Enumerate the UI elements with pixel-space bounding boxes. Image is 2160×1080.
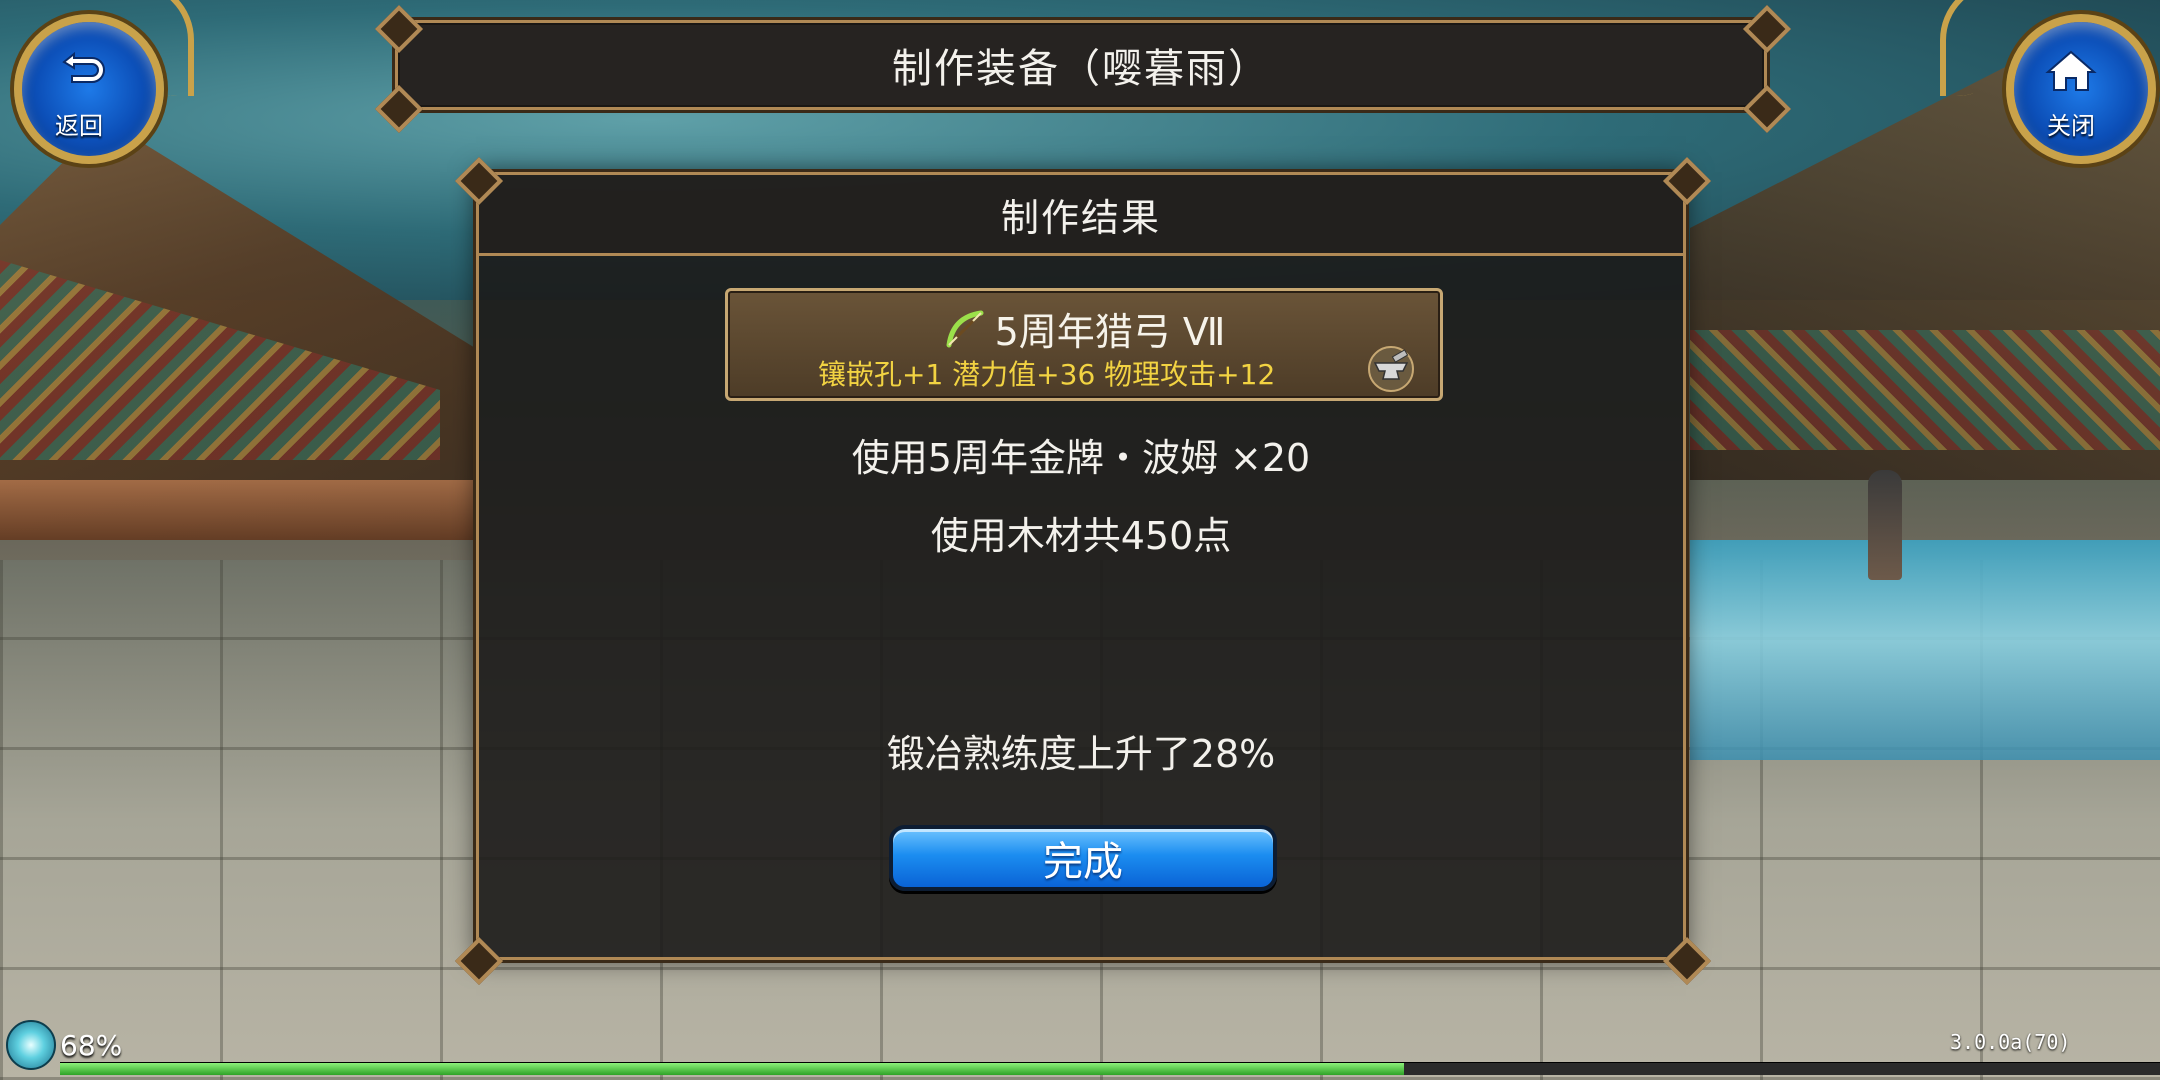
dialog-title: 制作结果	[1000, 195, 1161, 240]
close-button-label: 关闭	[2047, 112, 2095, 140]
wood-used-text: 使用木材共450点	[930, 514, 1232, 558]
material-used-text: 使用5周年金牌・波姆 ×20	[851, 436, 1311, 480]
background-water	[1690, 540, 2160, 760]
exp-bar-fill	[60, 1063, 1404, 1075]
item-stats: 镶嵌孔+1 潜力值+36 物理攻击+12	[818, 358, 1276, 391]
title-banner: 制作装备（嘤暮雨）	[395, 20, 1767, 110]
background-ledge	[0, 480, 480, 540]
item-name: 5周年猎弓 Ⅶ	[994, 310, 1226, 354]
item-name-row: 5周年猎弓 Ⅶ	[728, 301, 1440, 356]
back-arrow-icon	[62, 51, 105, 83]
background-character	[1868, 470, 1902, 580]
done-button[interactable]: 完成	[889, 825, 1277, 891]
home-icon	[2045, 50, 2097, 91]
proficiency-text: 锻冶熟练度上升了28%	[886, 732, 1276, 776]
version-label: 3.0.0a(70)	[1950, 1030, 2071, 1054]
battery-percent: 68%	[60, 1028, 123, 1062]
dialog-header: 制作结果	[479, 175, 1683, 256]
background-right-pattern	[1690, 330, 2160, 450]
done-button-label: 完成	[1043, 839, 1123, 885]
result-dialog: 制作结果 5周年猎弓 Ⅶ 镶嵌孔+1 潜力值+36 物理攻击+12 使用5周年金…	[476, 172, 1686, 960]
battery-orb-icon	[6, 1020, 56, 1070]
crafted-item-card[interactable]: 5周年猎弓 Ⅶ 镶嵌孔+1 潜力值+36 物理攻击+12	[725, 288, 1443, 401]
exp-bar	[60, 1062, 2160, 1075]
close-button[interactable]: 关闭	[1996, 4, 2156, 164]
page-title: 制作装备（嘤暮雨）	[892, 46, 1270, 92]
back-button-label: 返回	[55, 112, 103, 140]
bow-icon	[946, 310, 984, 347]
anvil-icon[interactable]	[1363, 345, 1419, 393]
back-button[interactable]: 返回	[4, 4, 164, 164]
